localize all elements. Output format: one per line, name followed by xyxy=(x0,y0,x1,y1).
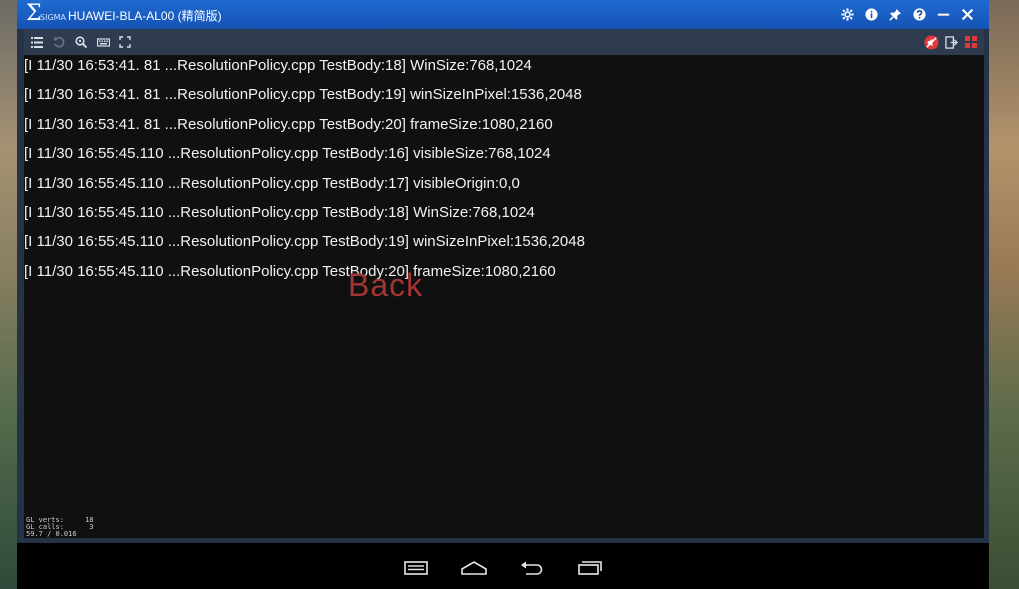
emulator-toolbar xyxy=(24,29,984,55)
close-icon[interactable] xyxy=(959,5,975,23)
log-line: [I 11/30 16:55:45.110 ...ResolutionPolic… xyxy=(24,233,585,250)
logo-text: SIGMA xyxy=(40,13,67,22)
log-line: [I 11/30 16:55:45.110 ...ResolutionPolic… xyxy=(24,263,556,280)
log-line: [I 11/30 16:53:41. 81 ...ResolutionPolic… xyxy=(24,86,582,103)
nav-buttons xyxy=(401,558,605,578)
info-icon[interactable] xyxy=(863,5,879,23)
mute-icon[interactable] xyxy=(923,34,939,50)
home-icon[interactable] xyxy=(459,558,489,578)
toolbar-left-group xyxy=(29,34,133,50)
log-line: [I 11/30 16:55:45.110 ...ResolutionPolic… xyxy=(24,204,535,221)
desktop-background-right xyxy=(989,0,1019,589)
log-line: [I 11/30 16:53:41. 81 ...ResolutionPolic… xyxy=(24,116,553,133)
fullscreen-icon[interactable] xyxy=(117,34,133,50)
gear-icon[interactable] xyxy=(839,5,855,23)
fps-readout: 59.7 / 0.016 xyxy=(26,530,77,538)
exit-icon[interactable] xyxy=(943,34,959,50)
log-line: [I 11/30 16:55:45.110 ...ResolutionPolic… xyxy=(24,175,520,192)
android-nav-bar xyxy=(17,543,989,589)
minimize-icon[interactable] xyxy=(935,5,951,23)
device-screen[interactable]: [I 11/30 16:53:41. 81 ...ResolutionPolic… xyxy=(24,55,984,538)
help-icon[interactable] xyxy=(911,5,927,23)
log-line: [I 11/30 16:53:41. 81 ...ResolutionPolic… xyxy=(24,57,532,74)
gl-stats: GL verts: 18 GL calls: 3 59.7 / 0.016 xyxy=(26,517,93,538)
zoom-icon[interactable] xyxy=(73,34,89,50)
sigma-logo: Σ SIGMA xyxy=(26,1,67,26)
log-line: [I 11/30 16:55:45.110 ...ResolutionPolic… xyxy=(24,145,551,162)
recent-apps-icon[interactable] xyxy=(575,558,605,578)
list-icon[interactable] xyxy=(29,34,45,50)
emulator-window: Σ SIGMA HUAWEI-BLA-AL00 (精简版) [I 11/30 1… xyxy=(17,0,989,589)
title-bar-buttons xyxy=(839,5,975,23)
desktop-background-left xyxy=(0,0,17,589)
back-icon[interactable] xyxy=(517,558,547,578)
grid-icon[interactable] xyxy=(963,34,979,50)
rotate-icon[interactable] xyxy=(51,34,67,50)
window-title: HUAWEI-BLA-AL00 (精简版) xyxy=(68,9,222,23)
title-bar[interactable]: Σ SIGMA HUAWEI-BLA-AL00 (精简版) xyxy=(17,0,989,29)
toolbar-right-group xyxy=(923,34,979,50)
keyboard-icon[interactable] xyxy=(95,34,111,50)
back-label[interactable]: Back xyxy=(348,267,423,304)
pin-icon[interactable] xyxy=(887,5,903,23)
menu-icon[interactable] xyxy=(401,558,431,578)
